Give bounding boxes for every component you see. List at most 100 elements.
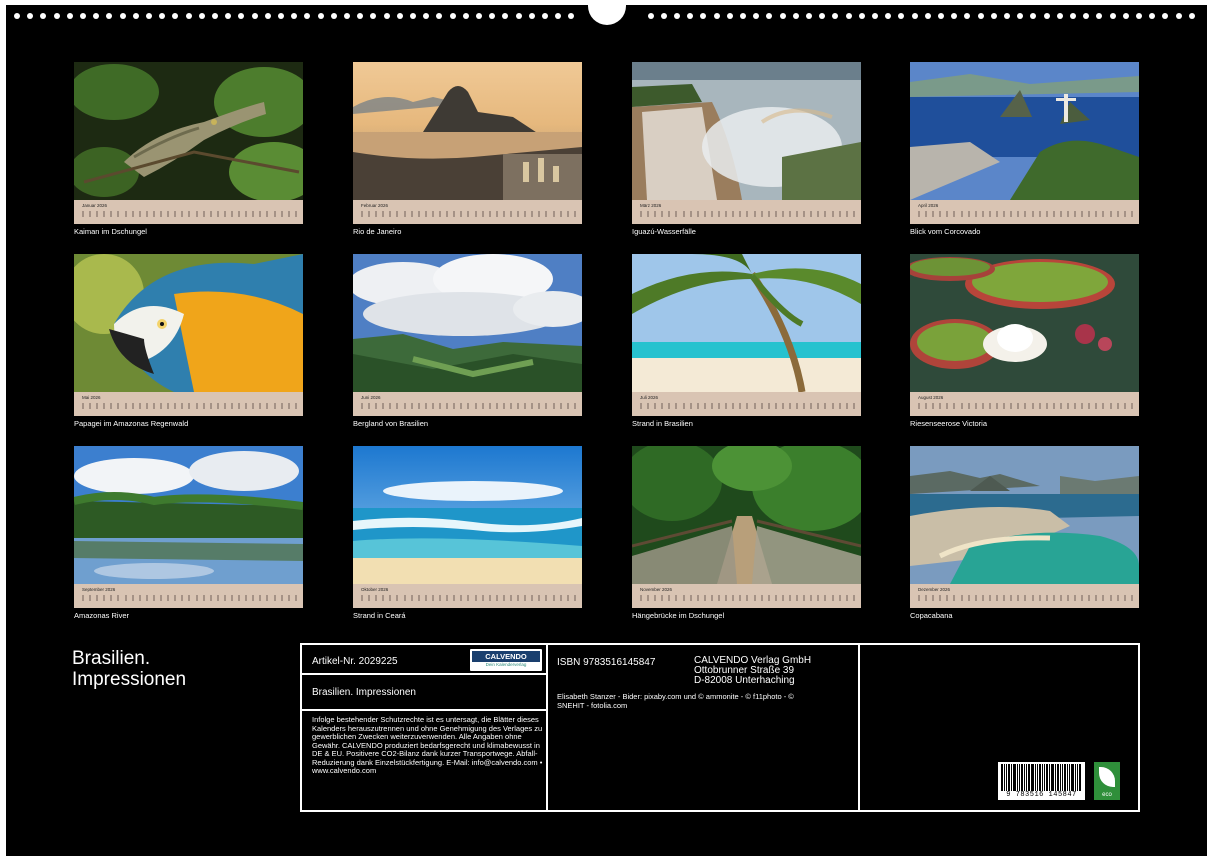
day-cell <box>953 595 956 601</box>
day-cell <box>767 595 770 601</box>
day-cell <box>424 595 427 601</box>
day-cell <box>509 595 512 601</box>
day-cell <box>1088 211 1091 217</box>
day-cell <box>424 403 427 409</box>
barcode-bar <box>1049 764 1050 791</box>
barcode-bar <box>1057 764 1059 791</box>
photo-caption: Amazonas River <box>74 611 130 620</box>
day-cell <box>82 595 84 601</box>
binding-hole <box>951 13 958 19</box>
month-thumbnail-october: Oktober 2026 Strand in Ceará <box>353 446 582 620</box>
day-cell <box>446 211 449 217</box>
day-cell <box>110 211 113 217</box>
leaf-icon <box>1099 767 1115 787</box>
binding-hole <box>146 13 152 19</box>
day-cell <box>925 595 928 601</box>
photo-copacabana <box>910 446 1139 584</box>
binding-hole <box>766 13 773 19</box>
day-cell <box>1010 403 1013 409</box>
day-cell <box>817 595 820 601</box>
day-cell <box>531 211 534 217</box>
barcode-bar <box>1008 764 1010 791</box>
month-thumbnail-november: November 2026 Hängebrücke im Dschungel <box>632 446 861 620</box>
publisher-address: CALVENDO Verlag GmbH Ottobrunner Straße … <box>694 655 812 686</box>
day-cell <box>845 403 848 409</box>
day-cell <box>1052 595 1055 601</box>
article-cell: Artikel-Nr. 2029225 CALVENDO Dein Kalend… <box>302 645 548 675</box>
day-cell <box>509 211 512 217</box>
barcode-bar <box>1077 764 1078 791</box>
day-cell <box>89 595 92 601</box>
binding-hole <box>264 13 271 19</box>
day-cell <box>967 211 970 217</box>
day-cell <box>124 595 127 601</box>
binding-hole <box>1070 13 1076 19</box>
day-cell <box>1130 211 1133 217</box>
day-cell <box>781 211 784 217</box>
binding-hole <box>924 13 931 19</box>
binding-hole <box>687 13 694 19</box>
day-cell <box>732 595 735 601</box>
binding-hole <box>476 13 482 19</box>
day-cell <box>1003 403 1006 409</box>
day-cell <box>361 403 363 409</box>
binding-hole <box>740 13 746 19</box>
day-cell <box>767 403 770 409</box>
day-cell <box>974 403 977 409</box>
binding-hole <box>410 13 416 19</box>
day-cell <box>174 403 177 409</box>
day-cell <box>82 211 84 217</box>
day-cell <box>960 403 963 409</box>
day-cell <box>682 595 685 601</box>
binding-hole <box>185 13 192 19</box>
day-cell <box>788 595 791 601</box>
day-cell <box>446 403 449 409</box>
day-cell <box>167 595 170 601</box>
calendar-strip: März 2026 <box>632 200 861 224</box>
day-cell <box>460 211 463 217</box>
day-cell <box>252 595 255 601</box>
binding-hole <box>14 13 20 19</box>
day-cell <box>573 595 576 601</box>
day-cell <box>1052 403 1055 409</box>
day-cell <box>675 211 678 217</box>
binding-hole <box>819 13 826 19</box>
day-cell <box>103 403 106 409</box>
day-cell <box>1038 211 1041 217</box>
day-cell <box>852 595 855 601</box>
binding-hole <box>726 13 733 19</box>
day-cell <box>481 403 484 409</box>
photo-caption: Rio de Janeiro <box>353 227 402 236</box>
day-cell <box>410 211 413 217</box>
barcode-bar <box>1042 764 1043 791</box>
day-cell <box>181 595 184 601</box>
day-cell <box>703 595 706 601</box>
binding-hole <box>212 13 218 19</box>
day-cell <box>160 403 163 409</box>
day-cell <box>167 403 170 409</box>
day-cell <box>953 403 956 409</box>
day-cell <box>732 211 735 217</box>
binding-hole <box>27 13 34 19</box>
photo-caption: Copacabana <box>910 611 953 620</box>
binding-hole <box>383 13 390 19</box>
barcode-bar <box>1013 764 1016 791</box>
binding-hole <box>779 13 786 19</box>
month-name: Juli 2026 <box>640 395 659 400</box>
day-cell <box>488 595 491 601</box>
day-cell <box>689 595 692 601</box>
binding-hole <box>568 13 575 19</box>
day-cell <box>294 211 297 217</box>
binding-hole <box>1109 13 1116 19</box>
title-line-1: Brasilien. <box>72 648 151 669</box>
barcode-bar <box>1019 764 1020 791</box>
binding-hole <box>977 13 984 19</box>
title-line-2: Impressionen <box>72 669 187 690</box>
day-cell <box>661 211 664 217</box>
day-cell <box>410 595 413 601</box>
month-thumbnail-january: Januar 2026 Kaiman im Dschungel <box>74 62 303 236</box>
binding-hole <box>528 13 535 19</box>
day-cell <box>389 211 392 217</box>
day-cell <box>273 211 276 217</box>
calendar-strip: Oktober 2026 <box>353 584 582 608</box>
